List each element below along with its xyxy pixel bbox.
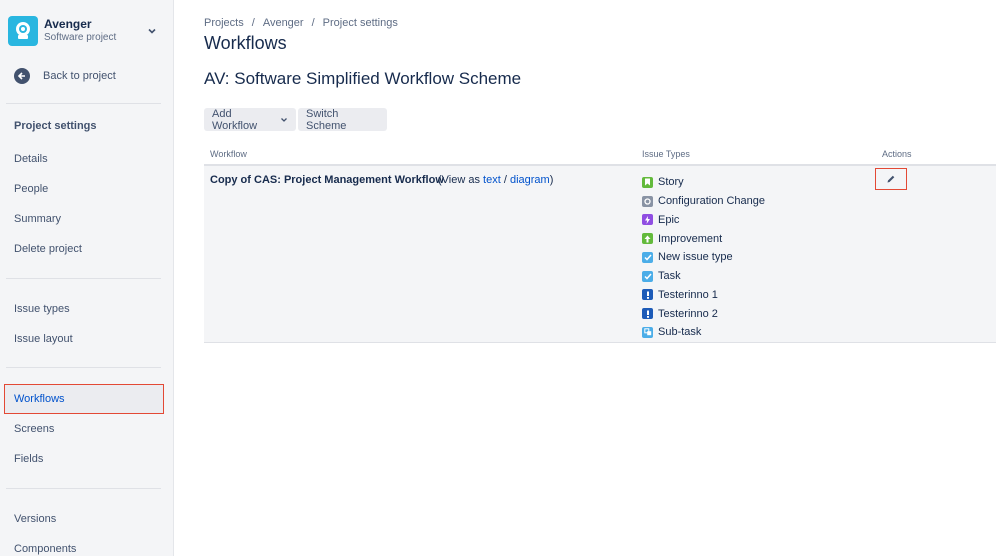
- sidebar-item-fields[interactable]: Fields: [14, 451, 43, 467]
- list-item: Story: [642, 173, 765, 192]
- chevron-down-icon: [280, 116, 288, 124]
- project-avatar: [8, 16, 38, 46]
- breadcrumb-avenger[interactable]: Avenger: [263, 17, 304, 29]
- list-item: New issue type: [642, 248, 765, 267]
- improvement-icon: [642, 233, 653, 245]
- page-title: Workflows: [204, 33, 287, 53]
- back-to-project-link[interactable]: Back to project: [14, 66, 116, 86]
- pencil-icon: [887, 175, 895, 183]
- view-as-text-link[interactable]: text: [483, 174, 501, 186]
- main-content: Projects / Avenger / Project settings Wo…: [174, 0, 999, 556]
- epic-icon: [642, 214, 653, 226]
- list-item: Improvement: [642, 229, 765, 248]
- workflow-name: Copy of CAS: Project Management Workflow: [210, 174, 444, 186]
- exclamation-icon: [642, 308, 653, 320]
- sidebar-item-screens[interactable]: Screens: [14, 421, 54, 437]
- back-label: Back to project: [43, 70, 116, 82]
- column-workflow: Workflow: [210, 149, 247, 159]
- divider: [6, 278, 161, 279]
- sidebar-heading: Project settings: [14, 120, 97, 132]
- project-type: Software project: [44, 32, 117, 44]
- add-workflow-button[interactable]: Add Workflow: [204, 107, 296, 132]
- chevron-down-icon[interactable]: [146, 25, 158, 37]
- subtask-icon: [642, 326, 653, 338]
- edit-workflow-button[interactable]: [875, 168, 907, 190]
- sidebar-item-issue-layout[interactable]: Issue layout: [14, 331, 73, 347]
- sidebar-item-workflows[interactable]: Workflows: [4, 384, 164, 414]
- exclamation-icon: [642, 289, 653, 301]
- check-icon: [642, 251, 653, 263]
- breadcrumb-projects[interactable]: Projects: [204, 17, 244, 29]
- sidebar-item-summary[interactable]: Summary: [14, 211, 61, 227]
- sidebar: Avenger Software project Back to project…: [0, 0, 174, 556]
- sidebar-item-issue-types[interactable]: Issue types: [14, 301, 70, 317]
- sidebar-item-versions[interactable]: Versions: [14, 511, 56, 527]
- divider: [6, 367, 161, 368]
- robot-icon: [16, 22, 30, 39]
- view-as: (View as text / diagram): [438, 174, 554, 186]
- list-item: Testerinno 1: [642, 286, 765, 305]
- sidebar-item-details[interactable]: Details: [14, 151, 48, 167]
- add-workflow-label: Add Workflow: [212, 107, 258, 132]
- scheme-title: AV: Software Simplified Workflow Scheme: [204, 69, 522, 88]
- switch-scheme-button[interactable]: Switch Scheme: [298, 108, 387, 132]
- list-item: Sub-task: [642, 323, 765, 342]
- breadcrumb: Projects / Avenger / Project settings: [204, 17, 398, 29]
- project-name: Avenger: [44, 17, 92, 32]
- list-item: Testerinno 2: [642, 304, 765, 323]
- issue-types-list: Story Configuration Change Epic Improvem…: [642, 173, 765, 342]
- sidebar-item-components[interactable]: Components: [14, 541, 76, 556]
- table-row: Copy of CAS: Project Management Workflow…: [204, 166, 996, 343]
- list-item: Configuration Change: [642, 192, 765, 211]
- breadcrumb-project-settings[interactable]: Project settings: [323, 17, 398, 29]
- view-as-diagram-link[interactable]: diagram: [510, 174, 550, 186]
- story-icon: [642, 176, 653, 188]
- column-issue-types: Issue Types: [642, 149, 690, 159]
- configuration-change-icon: [642, 195, 653, 207]
- list-item: Task: [642, 267, 765, 286]
- sidebar-item-people[interactable]: People: [14, 181, 48, 197]
- task-icon: [642, 270, 653, 282]
- divider: [6, 103, 161, 104]
- list-item: Epic: [642, 211, 765, 230]
- sidebar-item-delete-project[interactable]: Delete project: [14, 241, 82, 257]
- arrow-left-icon: [14, 68, 30, 84]
- table-header: Workflow Issue Types Actions: [204, 145, 996, 166]
- workflow-table: Workflow Issue Types Actions Copy of CAS…: [204, 145, 996, 343]
- column-actions: Actions: [882, 149, 912, 159]
- divider: [6, 488, 161, 489]
- project-header[interactable]: Avenger Software project: [8, 14, 160, 48]
